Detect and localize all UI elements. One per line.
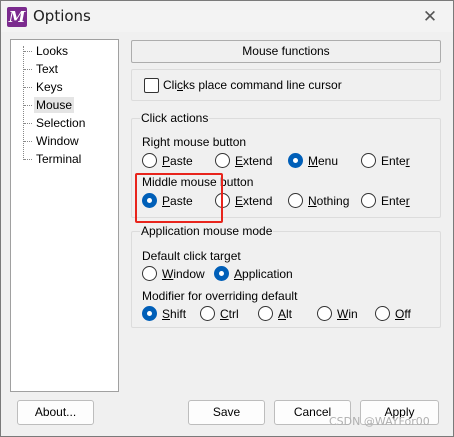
modifier-ctrl-radio[interactable] xyxy=(200,306,215,321)
tree-item-terminal[interactable]: Terminal xyxy=(11,150,118,168)
target-window-label[interactable]: Window xyxy=(162,267,205,281)
middle-paste-radio[interactable] xyxy=(142,193,157,208)
tree-item-looks[interactable]: Looks xyxy=(11,42,118,60)
save-button[interactable]: Save xyxy=(188,400,265,425)
tree-item-label: Looks xyxy=(36,44,69,58)
right-menu-label[interactable]: Menu xyxy=(308,154,338,168)
modifier-off-radio[interactable] xyxy=(375,306,390,321)
options-window: M Options ✕ Looks Text Keys Mouse Select… xyxy=(0,0,454,437)
tree-item-label: Terminal xyxy=(36,152,82,166)
middle-extend-radio[interactable] xyxy=(215,193,230,208)
modifier-shift-label[interactable]: Shift xyxy=(162,307,186,321)
middle-enter-label[interactable]: Enter xyxy=(381,194,410,208)
modifier-alt-radio[interactable] xyxy=(258,306,273,321)
tree-item-label: Keys xyxy=(36,80,63,94)
tree-item-label: Window xyxy=(36,134,79,148)
right-extend-label[interactable]: Extend xyxy=(235,154,272,168)
right-menu-radio[interactable] xyxy=(288,153,303,168)
clicks-place-cursor-label[interactable]: Clicks place command line cursor xyxy=(163,78,342,92)
right-paste-radio[interactable] xyxy=(142,153,157,168)
app-logo-icon: M xyxy=(7,7,27,27)
target-application-label[interactable]: Application xyxy=(234,267,293,281)
title-bar[interactable]: M Options ✕ xyxy=(1,1,453,32)
tree-item-keys[interactable]: Keys xyxy=(11,78,118,96)
modifier-win-radio[interactable] xyxy=(317,306,332,321)
middle-enter-radio[interactable] xyxy=(361,193,376,208)
default-target-label: Default click target xyxy=(142,249,241,263)
cursor-option-group: Clicks place command line cursor xyxy=(131,69,441,101)
tree-item-label: Mouse xyxy=(34,97,75,113)
click-actions-label: Click actions xyxy=(140,111,210,125)
clicks-place-cursor-checkbox[interactable] xyxy=(144,78,159,93)
modifier-win-label[interactable]: Win xyxy=(337,307,358,321)
about-button[interactable]: About... xyxy=(17,400,94,425)
panel-title: Mouse functions xyxy=(131,40,441,63)
tree-item-label: Selection xyxy=(36,116,86,130)
right-button-label: Right mouse button xyxy=(142,135,247,149)
middle-paste-label[interactable]: Paste xyxy=(162,194,193,208)
right-paste-label[interactable]: Paste xyxy=(162,154,193,168)
modifier-off-label[interactable]: Off xyxy=(395,307,411,321)
tree-item-window[interactable]: Window xyxy=(11,132,118,150)
target-window-radio[interactable] xyxy=(142,266,157,281)
app-mouse-mode-group: Application mouse mode Default click tar… xyxy=(131,224,441,328)
right-enter-label[interactable]: Enter xyxy=(381,154,410,168)
modifier-alt-label[interactable]: Alt xyxy=(278,307,292,321)
modifier-label: Modifier for overriding default xyxy=(142,289,298,303)
right-enter-radio[interactable] xyxy=(361,153,376,168)
middle-nothing-radio[interactable] xyxy=(288,193,303,208)
tree-item-label: Text xyxy=(36,62,59,76)
options-category-tree[interactable]: Looks Text Keys Mouse Selection Window T… xyxy=(10,39,119,392)
watermark: CSDN @WAYFor00 xyxy=(329,415,430,428)
click-actions-group: Click actions Right mouse button Paste E… xyxy=(131,111,441,218)
modifier-ctrl-label[interactable]: Ctrl xyxy=(220,307,239,321)
window-title: Options xyxy=(33,7,91,25)
tree-item-selection[interactable]: Selection xyxy=(11,114,118,132)
middle-extend-label[interactable]: Extend xyxy=(235,194,272,208)
target-application-radio[interactable] xyxy=(214,266,229,281)
middle-button-label: Middle mouse button xyxy=(142,175,254,189)
close-icon[interactable]: ✕ xyxy=(419,6,441,28)
middle-nothing-label[interactable]: Nothing xyxy=(308,194,349,208)
tree-item-mouse[interactable]: Mouse xyxy=(11,96,118,114)
right-extend-radio[interactable] xyxy=(215,153,230,168)
app-mouse-mode-label: Application mouse mode xyxy=(140,224,274,238)
tree-item-text[interactable]: Text xyxy=(11,60,118,78)
modifier-shift-radio[interactable] xyxy=(142,306,157,321)
